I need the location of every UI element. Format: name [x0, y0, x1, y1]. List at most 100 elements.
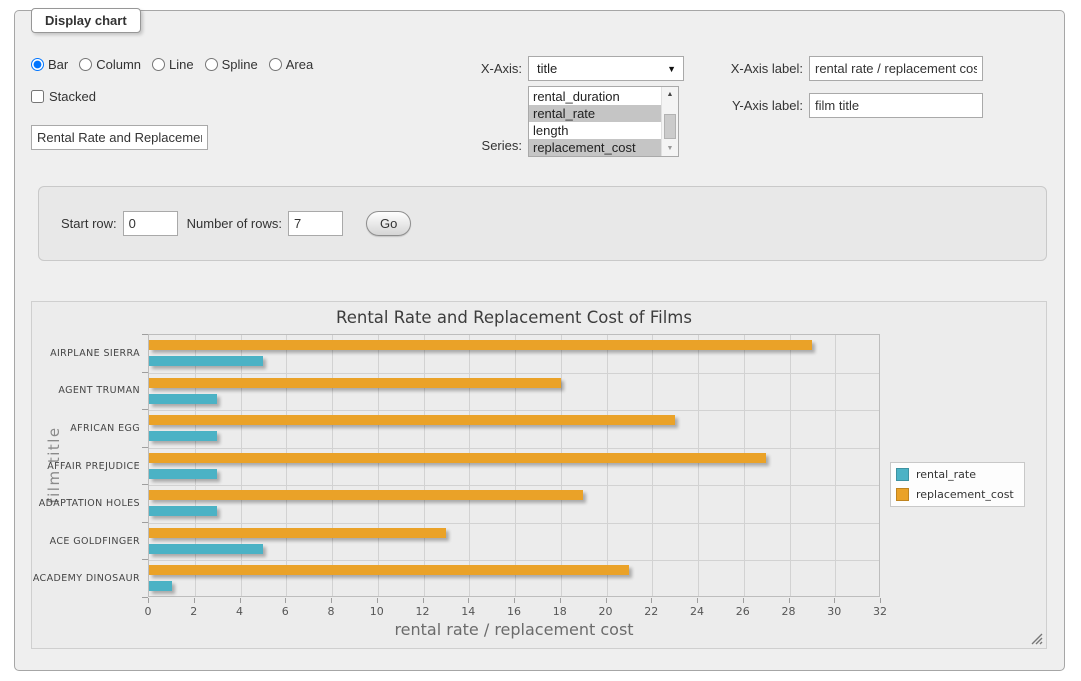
series-option-rental_rate[interactable]: rental_rate [529, 105, 661, 122]
gridline-vertical [790, 335, 791, 596]
gridline-horizontal [149, 410, 879, 411]
y-category-label: AGENT TRUMAN [32, 385, 140, 396]
radio-label: Line [169, 57, 194, 72]
y-tick-mark [142, 334, 148, 335]
gridline-vertical [698, 335, 699, 596]
gridline-horizontal [149, 485, 879, 486]
resize-handle-icon[interactable] [1031, 633, 1043, 645]
x-tick-label: 22 [634, 605, 668, 618]
panel-title: Display chart [31, 8, 141, 33]
gridline-vertical [241, 335, 242, 596]
gridline-horizontal [149, 448, 879, 449]
plot-area [148, 334, 880, 597]
stacked-checkbox[interactable] [31, 90, 44, 103]
gridline-horizontal [149, 523, 879, 524]
bar-replacement_cost [149, 378, 561, 388]
x-axis-label-field-label: X-Axis label: [723, 61, 803, 76]
gridline-horizontal [149, 560, 879, 561]
num-rows-input[interactable] [288, 211, 343, 236]
gridline-vertical [332, 335, 333, 596]
gridline-vertical [286, 335, 287, 596]
chart-legend: rental_ratereplacement_cost [890, 462, 1025, 507]
radio-label: Column [96, 57, 141, 72]
bar-rental_rate [149, 431, 217, 441]
radio-label: Bar [48, 57, 68, 72]
radio-label: Area [286, 57, 313, 72]
series-row: Series: rental_durationrental_ratelength… [464, 86, 679, 157]
gridline-vertical [195, 335, 196, 596]
y-tick-mark [142, 522, 148, 523]
chart-type-radiogroup: Bar Column Line Spline Area [31, 57, 324, 72]
bar-rental_rate [149, 506, 217, 516]
series-option-rental_duration[interactable]: rental_duration [529, 88, 661, 105]
gridline-vertical [469, 335, 470, 596]
bar-replacement_cost [149, 490, 583, 500]
y-tick-mark [142, 372, 148, 373]
chart-title: Rental Rate and Replacement Cost of Film… [148, 308, 880, 327]
x-tick-label: 6 [268, 605, 302, 618]
x-tick-mark [560, 598, 561, 603]
bar-replacement_cost [149, 415, 675, 425]
y-tick-mark [142, 484, 148, 485]
x-tick-label: 20 [589, 605, 623, 618]
radio-area[interactable] [269, 58, 282, 71]
x-axis-selected-value: title [537, 61, 557, 76]
x-axis-select[interactable]: title ▼ [528, 56, 684, 81]
start-row-input[interactable] [123, 211, 178, 236]
gridline-vertical [515, 335, 516, 596]
x-tick-mark [285, 598, 286, 603]
x-tick-label: 12 [406, 605, 440, 618]
y-tick-mark [142, 597, 148, 598]
x-tick-mark [743, 598, 744, 603]
x-tick-mark [377, 598, 378, 603]
gridline-vertical [744, 335, 745, 596]
chart-type-option-bar: Bar [31, 57, 68, 72]
chart-type-option-column: Column [79, 57, 141, 72]
radio-line[interactable] [152, 58, 165, 71]
chart-type-option-area: Area [269, 57, 313, 72]
y-tick-mark [142, 447, 148, 448]
x-tick-label: 32 [863, 605, 897, 618]
x-tick-label: 30 [817, 605, 851, 618]
num-rows-label: Number of rows: [187, 216, 282, 231]
scroll-up-icon[interactable]: ▲ [662, 87, 678, 102]
legend-swatch-rental_rate [896, 468, 909, 481]
bar-replacement_cost [149, 528, 446, 538]
chart-title-input[interactable] [31, 125, 208, 150]
x-tick-mark [834, 598, 835, 603]
x-axis-row: X-Axis: title ▼ [464, 56, 684, 81]
listbox-scrollbar[interactable]: ▲ ▼ [661, 87, 678, 156]
y-category-label: ACE GOLDFINGER [32, 536, 140, 547]
x-tick-label: 16 [497, 605, 531, 618]
stacked-label: Stacked [49, 89, 96, 104]
y-category-label: AIRPLANE SIERRA [32, 348, 140, 359]
radio-bar[interactable] [31, 58, 44, 71]
gridline-vertical [378, 335, 379, 596]
y-category-label: ACADEMY DINOSAUR [32, 573, 140, 584]
scrollbar-thumb[interactable] [664, 114, 676, 139]
x-tick-mark [880, 598, 881, 603]
series-option-length[interactable]: length [529, 122, 661, 139]
bar-rental_rate [149, 581, 172, 591]
gridline-vertical [424, 335, 425, 596]
y-axis-label-field-label: Y-Axis label: [723, 98, 803, 113]
chart-type-option-spline: Spline [205, 57, 258, 72]
radio-column[interactable] [79, 58, 92, 71]
x-axis-label-input[interactable] [809, 56, 983, 81]
radio-label: Spline [222, 57, 258, 72]
display-chart-panel: Display chart Bar Column Line Spline Area St… [14, 10, 1065, 671]
x-tick-mark [240, 598, 241, 603]
y-tick-mark [142, 559, 148, 560]
gridline-vertical [561, 335, 562, 596]
bar-replacement_cost [149, 340, 812, 350]
bar-rental_rate [149, 544, 263, 554]
scroll-down-icon[interactable]: ▼ [662, 141, 678, 156]
series-option-replacement_cost[interactable]: replacement_cost [529, 139, 661, 156]
go-button[interactable]: Go [366, 211, 411, 236]
radio-spline[interactable] [205, 58, 218, 71]
x-tick-label: 10 [360, 605, 394, 618]
series-multiselect[interactable]: rental_durationrental_ratelengthreplacem… [528, 86, 679, 157]
x-tick-mark [606, 598, 607, 603]
x-tick-label: 8 [314, 605, 348, 618]
y-axis-label-input[interactable] [809, 93, 983, 118]
